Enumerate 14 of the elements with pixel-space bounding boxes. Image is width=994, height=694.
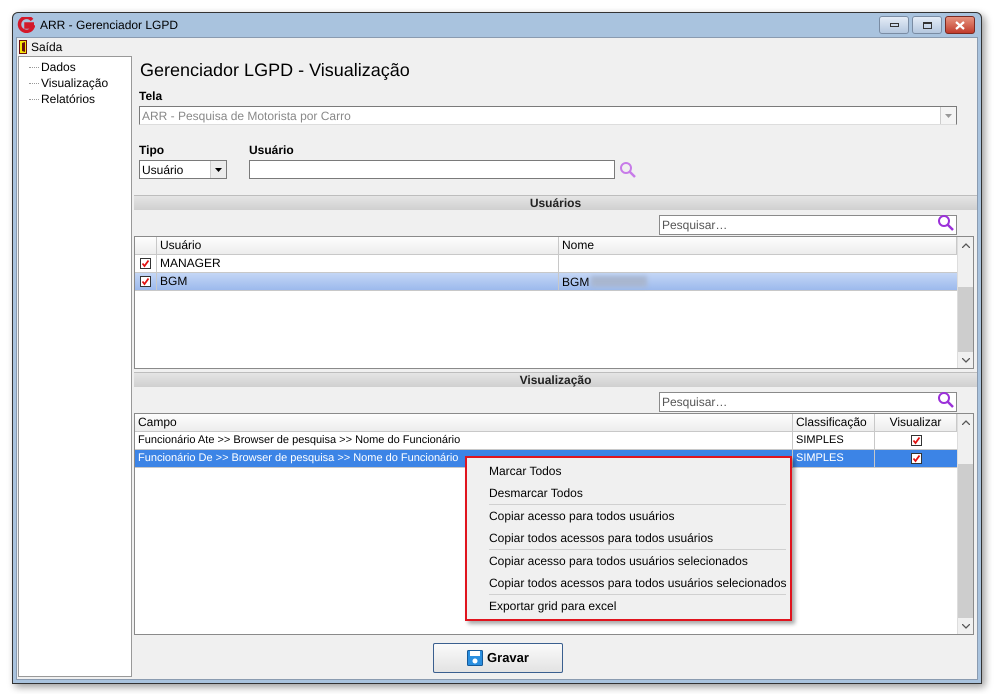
field-label: Usuário [249,142,295,159]
page-heading: Gerenciador LGPD - Visualização [139,59,411,82]
field-label: Tipo [139,142,166,159]
section-header: Usuários [134,195,977,210]
table-cell: SIMPLES [796,434,844,446]
table-cell: SIMPLES [796,452,844,464]
window-title: ARR - Gerenciador LGPD [40,17,180,34]
table-cell: MANAGER [160,256,221,270]
table-cell-text: BGM [562,274,590,290]
table-cell: BGM [160,274,188,288]
section-header: Visualização [134,372,977,387]
table-cell: Funcionário De >> Browser de pesquisa >> Nome do Funcionário [138,452,458,464]
field-label: Tela [139,88,164,105]
table-cell: Funcionário Ate >> Browser de pesquisa >> Nome do Funcionário [138,434,460,446]
